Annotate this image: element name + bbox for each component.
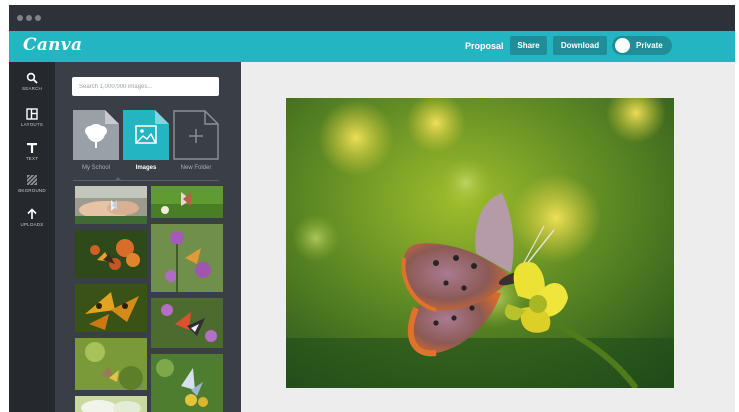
rail-item-uploads[interactable]: UPLOADS <box>9 208 55 242</box>
image-thumbnail[interactable] <box>151 224 223 292</box>
toggle-knob <box>615 38 630 53</box>
rail-item-layouts[interactable]: LAYOUTS <box>9 108 55 142</box>
rail-item-search[interactable]: SEARCH <box>9 72 55 106</box>
rail-label: LAYOUTS <box>20 122 44 127</box>
sidebar-rail: SEARCH LAYOUTS TEXT BKGROUND UPLOADS <box>9 62 55 412</box>
rail-label: UPLOADS <box>20 222 44 227</box>
search-icon <box>26 72 38 84</box>
image-thumbnail[interactable] <box>151 354 223 412</box>
privacy-toggle[interactable]: Private <box>612 36 672 55</box>
top-bar: Canva Proposal Share Download Private <box>9 31 735 62</box>
rail-label: SEARCH <box>22 86 42 91</box>
image-panel: My School Images New Folder <box>55 62 241 412</box>
download-button[interactable]: Download <box>553 36 607 55</box>
share-button[interactable]: Share <box>510 36 547 55</box>
image-search-input[interactable] <box>72 77 219 96</box>
panel-divider <box>73 180 219 181</box>
image-thumbnail[interactable] <box>151 298 223 348</box>
rail-label: BKGROUND <box>18 188 46 193</box>
tree-icon <box>73 110 119 160</box>
image-thumbnail[interactable] <box>151 186 223 218</box>
butterfly-photo[interactable] <box>286 98 674 388</box>
folder-label-new-folder[interactable]: New Folder <box>166 165 226 171</box>
image-thumbnail[interactable] <box>75 284 147 332</box>
background-icon <box>26 174 38 186</box>
upload-icon <box>27 208 37 219</box>
window-control-dot[interactable] <box>17 15 23 21</box>
rail-label: TEXT <box>25 156 39 161</box>
window-chrome <box>9 5 735 31</box>
folder-my-school[interactable] <box>73 110 119 160</box>
document-title[interactable]: Proposal <box>465 41 504 51</box>
rail-item-background[interactable]: BKGROUND <box>9 174 55 208</box>
image-thumbnail[interactable] <box>75 186 147 224</box>
folder-new[interactable] <box>173 110 219 160</box>
rail-item-text[interactable]: TEXT <box>9 142 55 176</box>
canva-logo[interactable]: Canva <box>23 35 82 55</box>
image-thumbnail[interactable] <box>75 230 147 278</box>
image-thumbnail[interactable] <box>75 338 147 390</box>
plus-icon <box>173 110 219 160</box>
image-icon <box>123 110 169 160</box>
window-control-dot[interactable] <box>26 15 32 21</box>
privacy-label: Private <box>636 41 663 50</box>
text-icon <box>27 143 37 153</box>
folder-images[interactable] <box>123 110 169 160</box>
window-control-dot[interactable] <box>35 15 41 21</box>
image-thumbnail[interactable] <box>75 396 147 412</box>
app-window: Canva Proposal Share Download Private SE… <box>9 5 735 412</box>
active-folder-indicator <box>114 177 122 181</box>
layouts-icon <box>26 108 38 120</box>
